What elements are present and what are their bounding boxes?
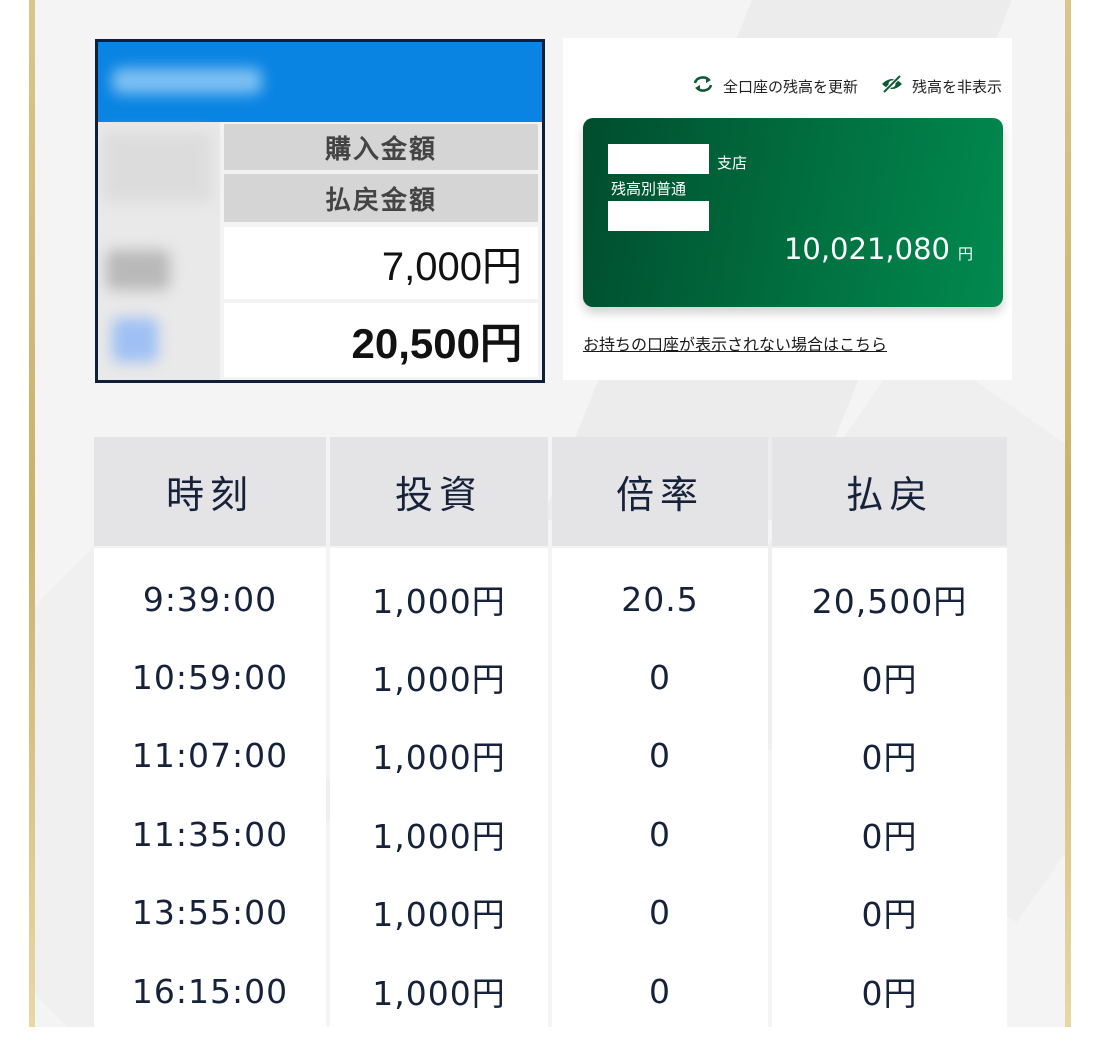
cell-odds: 0 [649,892,671,932]
blurred-cell [112,318,158,362]
cell-time: 16:15:00 [131,971,289,1011]
hide-balance-button[interactable]: 残高を非表示 [880,74,1002,98]
hide-balance-label: 残高を非表示 [911,77,1002,96]
cell-time: 9:39:00 [142,579,278,619]
blurred-title [112,68,262,94]
bet-result-screenshot: 購入金額 払戻金額 7,000円 20,500円 [95,39,545,383]
cell-investment: 1,000円 [372,660,506,699]
cell-odds: 0 [649,657,671,697]
balance-currency: 円 [957,245,973,263]
cell-payout: 0円 [861,974,918,1013]
account-panel: 全口座の残高を更新 残高を非表示 支店 残高別普通 10,021,080 円 お持… [563,38,1012,380]
header-odds: 倍率 [552,437,768,546]
cell-investment: 1,000円 [372,974,506,1013]
cell-investment: 1,000円 [372,738,506,777]
bet-history-table: 時刻 投資 倍率 払戻 9:39:00 1,000円 20.5 20,500円 … [94,437,1007,1048]
cell-odds: 20.5 [621,579,699,619]
account-actions: 全口座の残高を更新 残高を非表示 [691,74,1002,98]
cell-time: 10:59:00 [131,657,289,697]
cell-investment: 1,000円 [372,895,506,934]
balance-amount: 10,021,080 [783,232,950,266]
cell-payout: 0円 [861,660,918,699]
blurred-cell [102,132,212,202]
cell-investment: 1,000円 [372,817,506,856]
payout-amount-value: 20,500円 [224,303,538,377]
eye-slash-icon [880,74,904,98]
missing-account-link[interactable]: お持ちの口座が表示されない場合はこちら [583,331,887,355]
cell-investment: 1,000円 [372,582,506,621]
cell-time: 11:07:00 [131,735,289,775]
purchase-amount-label: 購入金額 [224,124,538,170]
cell-time: 11:35:00 [131,814,289,854]
right-gold-border [1065,0,1071,1027]
cell-time: 13:55:00 [131,892,289,932]
payout-amount-label: 払戻金額 [224,174,538,222]
cell-payout: 0円 [861,738,918,777]
account-balance: 10,021,080 円 [784,232,973,266]
cell-payout: 0円 [861,817,918,856]
purchase-amount-value: 7,000円 [224,227,538,299]
snapshot-header-bar [98,42,542,122]
refresh-balance-button[interactable]: 全口座の残高を更新 [691,74,858,98]
refresh-balance-label: 全口座の残高を更新 [722,77,858,96]
blurred-cell [106,250,170,290]
branch-suffix: 支店 [717,154,748,172]
cell-odds: 0 [649,735,671,775]
account-type: 残高別普通 [611,180,687,198]
redacted-account-number [608,201,709,231]
cell-odds: 0 [649,814,671,854]
header-payout: 払戻 [772,437,1007,546]
header-time: 時刻 [94,437,326,546]
redacted-branch-name [608,144,709,174]
cell-payout: 20,500円 [811,582,968,621]
refresh-icon [691,74,715,98]
header-investment: 投資 [330,437,548,546]
cell-odds: 0 [649,971,671,1011]
account-card[interactable]: 支店 残高別普通 10,021,080 円 [583,118,1003,307]
cell-payout: 0円 [861,895,918,934]
